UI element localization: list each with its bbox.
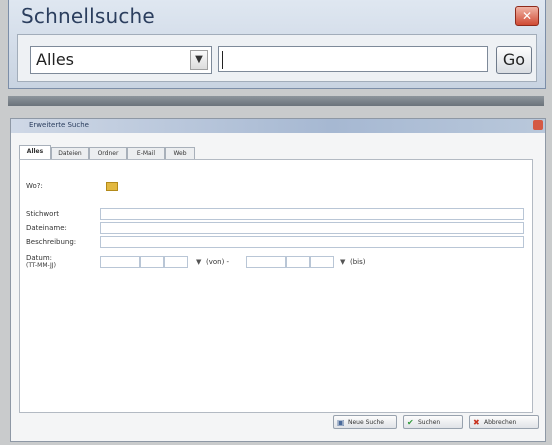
folder-icon[interactable]	[106, 182, 118, 191]
search-button[interactable]: ✔ Suchen	[403, 415, 463, 429]
filename-label: Dateiname:	[26, 224, 67, 232]
separator-band	[8, 96, 544, 106]
date-to-year-input[interactable]	[310, 256, 334, 268]
close-icon[interactable]	[533, 120, 543, 130]
cancel-icon: ✖	[473, 418, 480, 427]
cancel-label: Abbrechen	[484, 419, 517, 426]
date-to-day-input[interactable]	[246, 256, 286, 268]
date-to-month-input[interactable]	[286, 256, 310, 268]
date-to-label: (bis)	[350, 258, 366, 266]
check-icon: ✔	[407, 418, 414, 427]
keyword-label: Stichwort	[26, 210, 60, 218]
search-label: Suchen	[418, 419, 441, 426]
quicksearch-window: Schnellsuche ✕ Alles ▼ Go	[8, 0, 546, 89]
scope-select-value: Alles	[36, 50, 75, 69]
quicksearch-title: Schnellsuche	[21, 4, 155, 28]
advanced-search-window: Erweiterte Suche Alles Dateien Ordner E-…	[10, 118, 546, 442]
tab-all[interactable]: Alles	[19, 145, 51, 160]
date-from-year-input[interactable]	[164, 256, 188, 268]
chevron-down-icon[interactable]: ▼	[190, 50, 208, 70]
text-caret	[222, 51, 223, 69]
document-icon: ▣	[337, 418, 345, 427]
where-label: Wo?:	[26, 182, 43, 190]
date-from-label: (von) -	[206, 258, 230, 266]
new-search-label: Neue Suche	[348, 419, 384, 426]
chevron-down-icon[interactable]: ▼	[340, 258, 345, 266]
search-input[interactable]	[218, 46, 488, 72]
close-icon[interactable]: ✕	[515, 6, 539, 26]
advanced-search-titlebar: Erweiterte Suche	[11, 119, 545, 133]
chevron-down-icon[interactable]: ▼	[196, 258, 201, 266]
quicksearch-bar: Alles ▼ Go	[17, 34, 537, 82]
date-format-label: (TT-MM-JJ)	[26, 262, 56, 269]
filename-input[interactable]	[100, 222, 524, 234]
go-button[interactable]: Go	[496, 46, 532, 74]
scope-select[interactable]: Alles ▼	[30, 46, 212, 74]
description-label: Beschreibung:	[26, 238, 77, 246]
date-from-day-input[interactable]	[100, 256, 140, 268]
advanced-search-title: Erweiterte Suche	[29, 121, 89, 129]
date-from-month-input[interactable]	[140, 256, 164, 268]
new-search-button[interactable]: ▣ Neue Suche	[333, 415, 397, 429]
description-input[interactable]	[100, 236, 524, 248]
date-label: Datum:	[26, 254, 53, 262]
keyword-input[interactable]	[100, 208, 524, 220]
tab-panel-all: Wo?: Stichwort Dateiname: Beschreibung: …	[19, 159, 533, 413]
cancel-button[interactable]: ✖ Abbrechen	[469, 415, 539, 429]
